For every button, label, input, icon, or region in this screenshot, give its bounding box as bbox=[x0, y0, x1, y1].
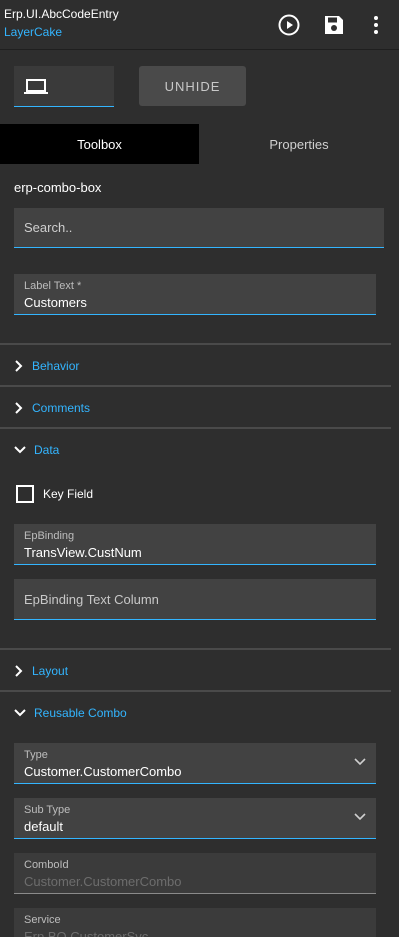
field-value: Customers bbox=[24, 295, 87, 310]
section-comments[interactable]: Comments bbox=[14, 400, 90, 416]
divider bbox=[0, 385, 391, 387]
section-label: Layout bbox=[32, 664, 69, 678]
chevron-down-icon bbox=[354, 758, 366, 766]
chevron-right-icon bbox=[15, 665, 23, 677]
more-vert-icon[interactable] bbox=[363, 12, 389, 38]
combo-id-field: ComboId Customer.CustomerCombo bbox=[14, 853, 376, 894]
ep-binding-field[interactable]: EpBinding TransView.CustNum bbox=[14, 524, 376, 565]
chevron-down-icon bbox=[14, 709, 26, 717]
section-data[interactable]: Data bbox=[14, 442, 59, 458]
service-field: Service Erp.BO.CustomerSvc bbox=[14, 908, 376, 937]
component-name: erp-combo-box bbox=[14, 180, 102, 195]
section-behavior[interactable]: Behavior bbox=[14, 358, 79, 374]
label-text-field[interactable]: Label Text * Customers bbox=[14, 274, 376, 315]
field-label: Type bbox=[24, 749, 48, 761]
section-label: Behavior bbox=[32, 359, 80, 373]
unhide-button[interactable]: UNHIDE bbox=[139, 66, 246, 106]
save-icon[interactable] bbox=[321, 12, 347, 38]
ep-binding-text-column-field[interactable]: EpBinding Text Column bbox=[14, 579, 376, 620]
divider bbox=[0, 343, 391, 345]
app-subtitle-link[interactable]: LayerCake bbox=[4, 25, 62, 39]
field-value: Customer.CustomerCombo bbox=[24, 764, 182, 779]
chevron-right-icon bbox=[15, 402, 23, 414]
section-reusable-combo[interactable]: Reusable Combo bbox=[14, 705, 127, 721]
field-label: Sub Type bbox=[24, 804, 71, 816]
panel-tabs: Toolbox Properties bbox=[0, 124, 399, 164]
chevron-down-icon bbox=[354, 813, 366, 821]
field-placeholder: EpBinding Text Column bbox=[24, 591, 159, 607]
tab-toolbox[interactable]: Toolbox bbox=[0, 124, 199, 164]
laptop-icon bbox=[24, 78, 48, 101]
chevron-down-icon bbox=[14, 446, 26, 454]
field-label: EpBinding bbox=[24, 530, 75, 542]
field-label: ComboId bbox=[24, 859, 69, 871]
section-label: Reusable Combo bbox=[34, 706, 127, 720]
section-label: Comments bbox=[32, 401, 91, 415]
key-field-label: Key Field bbox=[43, 487, 94, 501]
chevron-right-icon bbox=[15, 360, 23, 372]
tab-properties[interactable]: Properties bbox=[199, 124, 399, 164]
app-header: Erp.UI.AbcCodeEntry LayerCake bbox=[0, 0, 399, 50]
field-label: Label Text * bbox=[24, 280, 82, 292]
key-field-checkbox[interactable] bbox=[16, 485, 34, 503]
app-title: Erp.UI.AbcCodeEntry bbox=[4, 7, 119, 21]
field-value: Customer.CustomerCombo bbox=[24, 874, 182, 889]
field-value: default bbox=[24, 819, 64, 834]
type-select[interactable]: Type Customer.CustomerCombo bbox=[14, 743, 376, 784]
field-label: Service bbox=[24, 914, 61, 926]
sub-type-select[interactable]: Sub Type default bbox=[14, 798, 376, 839]
play-circle-icon[interactable] bbox=[276, 12, 302, 38]
device-selector[interactable] bbox=[14, 66, 114, 107]
search-input[interactable]: Search.. bbox=[14, 208, 384, 248]
divider bbox=[0, 648, 391, 650]
section-label: Data bbox=[34, 443, 60, 457]
section-layout[interactable]: Layout bbox=[14, 663, 68, 679]
field-value: Erp.BO.CustomerSvc bbox=[24, 929, 149, 937]
divider bbox=[0, 690, 391, 692]
divider bbox=[0, 427, 391, 429]
field-value: TransView.CustNum bbox=[24, 545, 142, 560]
